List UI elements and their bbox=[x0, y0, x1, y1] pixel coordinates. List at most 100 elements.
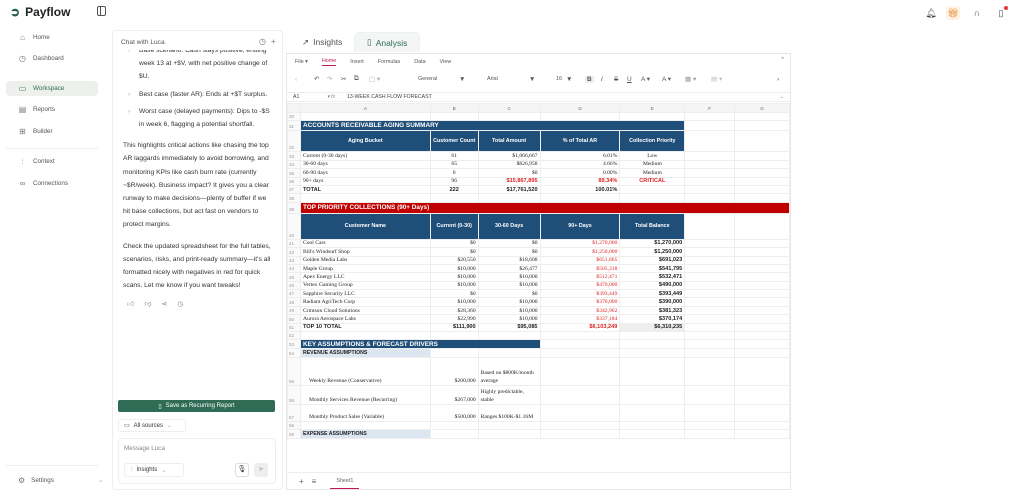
row-number[interactable]: 33 bbox=[287, 151, 301, 161]
cell[interactable]: $10,000 bbox=[477, 297, 541, 307]
cell[interactable]: $691,023 bbox=[619, 255, 686, 265]
number-format-select[interactable]: General bbox=[418, 76, 437, 82]
cell[interactable]: Highly predictable, stable bbox=[477, 384, 541, 405]
cell[interactable]: Current (0-30 days) bbox=[299, 151, 431, 161]
cell[interactable] bbox=[429, 429, 479, 439]
cell[interactable]: 30-60 days bbox=[299, 159, 431, 170]
cell[interactable] bbox=[684, 322, 736, 333]
cell[interactable] bbox=[734, 403, 790, 422]
cell[interactable]: $0 bbox=[477, 247, 541, 257]
cell[interactable]: Total Balance bbox=[619, 212, 686, 240]
cell[interactable] bbox=[684, 429, 736, 439]
cell[interactable]: $370,000 bbox=[539, 297, 621, 307]
cell[interactable]: 6.01% bbox=[539, 151, 621, 161]
cell[interactable]: Crimson Cloud Solutions bbox=[299, 305, 431, 316]
cell[interactable]: $200,000 bbox=[429, 356, 479, 386]
cell[interactable]: $20,550 bbox=[429, 255, 479, 265]
cell[interactable] bbox=[477, 193, 541, 203]
cell[interactable]: Current (0-30) bbox=[429, 212, 479, 240]
expand-formula-icon[interactable]: ⌄ bbox=[780, 94, 784, 100]
row-number[interactable]: 44 bbox=[287, 263, 301, 274]
cell[interactable]: 65 bbox=[429, 159, 479, 170]
font-color-icon[interactable]: A ▾ bbox=[641, 75, 650, 83]
cell[interactable]: $10,000 bbox=[477, 272, 541, 282]
cell[interactable] bbox=[684, 263, 736, 274]
sidebar-item-reports[interactable]: ▤ Reports bbox=[6, 102, 98, 117]
cell[interactable] bbox=[619, 420, 686, 431]
row-number[interactable]: 36 bbox=[287, 176, 301, 186]
cell[interactable]: $10,000 bbox=[477, 314, 541, 324]
cell[interactable] bbox=[684, 212, 736, 240]
cell[interactable] bbox=[684, 305, 736, 316]
cell[interactable]: $541,795 bbox=[619, 263, 686, 274]
cell[interactable] bbox=[539, 420, 621, 431]
cell[interactable]: $505,318 bbox=[539, 263, 621, 274]
cell[interactable] bbox=[684, 403, 736, 422]
cell[interactable] bbox=[619, 331, 686, 341]
borders-icon[interactable]: ▦ ▾ bbox=[685, 75, 696, 83]
cell[interactable]: $532,471 bbox=[619, 272, 686, 282]
menu-view[interactable]: View bbox=[440, 59, 452, 65]
cell[interactable]: Maple Group bbox=[299, 263, 431, 274]
bell-icon[interactable]: 🔔︎ bbox=[924, 6, 938, 20]
cell[interactable] bbox=[477, 331, 541, 341]
row-number[interactable]: 58 bbox=[287, 420, 301, 431]
row-number[interactable]: 42 bbox=[287, 247, 301, 257]
microphone-icon[interactable]: 🎙︎ bbox=[235, 463, 249, 477]
cell[interactable]: 89.34% bbox=[539, 176, 621, 186]
cell[interactable] bbox=[299, 420, 431, 431]
cell[interactable] bbox=[619, 184, 686, 195]
cell[interactable] bbox=[539, 429, 621, 439]
cell[interactable] bbox=[619, 193, 686, 203]
cell[interactable] bbox=[734, 111, 790, 122]
cell[interactable]: TOP PRIORITY COLLECTIONS (90+ Days) bbox=[299, 201, 790, 214]
row-number[interactable]: 38 bbox=[287, 193, 301, 203]
cell[interactable] bbox=[299, 193, 431, 203]
cell[interactable] bbox=[734, 356, 790, 386]
history-icon[interactable]: ◷ bbox=[259, 37, 266, 46]
cell[interactable]: Golden Media Labs bbox=[299, 255, 431, 265]
cell[interactable] bbox=[539, 339, 621, 350]
cell[interactable] bbox=[684, 238, 736, 249]
cell[interactable]: Monthly Services Revenue (Recurring) bbox=[299, 384, 431, 405]
cell[interactable]: EXPENSE ASSUMPTIONS bbox=[299, 429, 431, 439]
cell[interactable]: 60-90 days bbox=[299, 168, 431, 178]
cell[interactable]: Cool Cars bbox=[299, 238, 431, 249]
cell[interactable]: Based on $800K/month average bbox=[477, 356, 541, 386]
cell[interactable]: $381,323 bbox=[619, 305, 686, 316]
row-number[interactable]: 45 bbox=[287, 272, 301, 282]
sheet-list-icon[interactable]: ≡ bbox=[312, 477, 317, 486]
add-sheet-icon[interactable]: + bbox=[299, 477, 304, 486]
cell[interactable]: 61 bbox=[429, 151, 479, 161]
cell[interactable] bbox=[684, 255, 736, 265]
cell[interactable]: 90+ days bbox=[299, 176, 431, 186]
cell[interactable]: $15,867,895 bbox=[477, 176, 541, 186]
app-logo[interactable]: ➲ Payflow bbox=[10, 5, 70, 19]
cell[interactable] bbox=[734, 305, 790, 316]
cell[interactable] bbox=[734, 331, 790, 341]
corner-cell[interactable] bbox=[287, 103, 301, 113]
cell[interactable]: $0 bbox=[429, 247, 479, 257]
cell[interactable]: $10,000 bbox=[429, 263, 479, 274]
cell[interactable] bbox=[539, 348, 621, 358]
cell[interactable]: Monthly Product Sales (Variable) bbox=[299, 403, 431, 422]
cell[interactable] bbox=[684, 314, 736, 324]
send-button[interactable]: ➤ bbox=[254, 463, 268, 477]
cell[interactable]: Collection Priority bbox=[619, 130, 686, 153]
cell[interactable]: $22,990 bbox=[429, 314, 479, 324]
document-notification-icon[interactable]: ▯ bbox=[994, 6, 1008, 20]
cell[interactable]: 90+ Days bbox=[539, 212, 621, 240]
cell[interactable]: Total Amount bbox=[477, 130, 541, 153]
scroll-right-icon[interactable]: › bbox=[777, 76, 779, 83]
cell[interactable]: $18,608 bbox=[477, 255, 541, 265]
cell[interactable] bbox=[684, 130, 736, 153]
cell[interactable] bbox=[734, 280, 790, 291]
cell[interactable]: $26,477 bbox=[477, 263, 541, 274]
cell[interactable] bbox=[539, 384, 621, 405]
column-header[interactable]: D bbox=[539, 103, 621, 113]
cell[interactable]: $10,000 bbox=[477, 280, 541, 291]
cell[interactable]: $6,310,235 bbox=[619, 322, 686, 333]
cell[interactable]: 0 bbox=[429, 168, 479, 178]
cell[interactable]: $0 bbox=[429, 289, 479, 299]
row-number[interactable]: 35 bbox=[287, 168, 301, 178]
